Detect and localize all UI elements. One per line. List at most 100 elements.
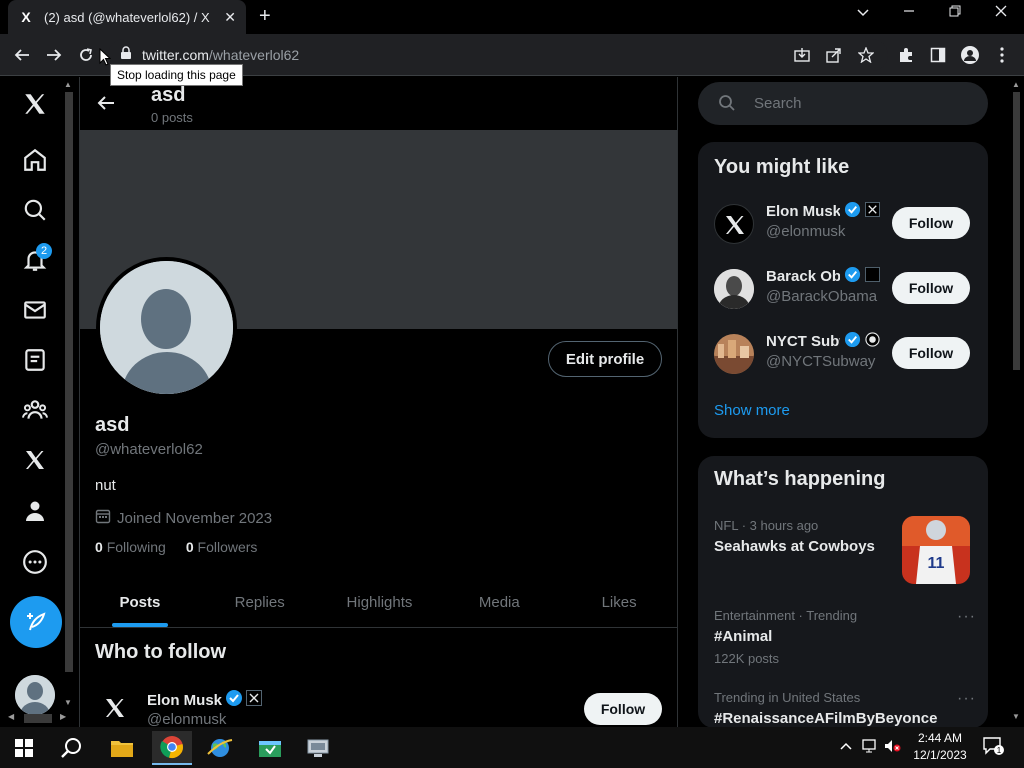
close-window-button[interactable] xyxy=(986,4,1016,21)
verified-badge-icon xyxy=(844,331,861,352)
right-scrollbar-thumb[interactable] xyxy=(1013,92,1020,370)
suggested-user-name: Elon Musk xyxy=(147,689,263,711)
svg-text:11: 11 xyxy=(928,555,945,572)
extensions-icon[interactable] xyxy=(894,43,918,67)
you-might-like-card: You might like Elon Musk @elonmusk Follo… xyxy=(698,142,988,438)
suggestion-item[interactable]: Elon Musk @elonmusk Follow xyxy=(714,199,974,249)
remote-desktop-icon[interactable] xyxy=(298,731,338,765)
whats-happening-title: What’s happening xyxy=(714,468,886,490)
lists-icon[interactable] xyxy=(20,345,50,375)
suggestion-item[interactable]: NYCT Subway @NYCTSubway Follow xyxy=(714,329,974,379)
obama-avatar xyxy=(714,269,754,309)
follow-button[interactable]: Follow xyxy=(892,207,970,239)
left-scrollbar[interactable]: ▲ ▼ xyxy=(63,78,75,726)
search-placeholder: Search xyxy=(754,95,802,112)
back-icon[interactable] xyxy=(10,43,34,67)
account-avatar[interactable] xyxy=(15,675,55,715)
tab-close-icon[interactable]: ✕ xyxy=(224,9,236,26)
more-options-icon[interactable]: ··· xyxy=(957,690,976,708)
explore-search-icon[interactable] xyxy=(20,195,50,225)
taskbar-search-icon[interactable] xyxy=(52,731,92,765)
x-logo-icon[interactable] xyxy=(20,89,50,119)
home-icon[interactable] xyxy=(20,145,50,175)
file-explorer-icon[interactable] xyxy=(102,731,142,765)
suggestion-item[interactable]: Barack Obama @BarackObama Follow xyxy=(714,264,974,314)
left-navigation: 2 xyxy=(0,77,70,727)
profile-person-icon[interactable] xyxy=(20,496,50,526)
mta-badge-icon xyxy=(865,332,880,351)
header-posts-count: 0 posts xyxy=(151,110,193,125)
suggestion-handle: @NYCTSubway xyxy=(766,353,876,370)
follow-button[interactable]: Follow xyxy=(892,272,970,304)
trend-title: #Animal xyxy=(714,628,773,645)
browser-tab[interactable]: X (2) asd (@whateverlol62) / X ✕ xyxy=(8,0,246,34)
verified-badge-icon xyxy=(225,689,243,711)
start-windows-icon[interactable] xyxy=(4,731,44,765)
left-scrollbar-thumb[interactable] xyxy=(65,92,73,672)
more-options-icon[interactable]: ··· xyxy=(957,608,976,626)
tab-media[interactable]: Media xyxy=(439,577,559,627)
tab-likes[interactable]: Likes xyxy=(559,577,677,627)
horizontal-scrollbar-thumb[interactable] xyxy=(24,714,52,723)
profile-avatar[interactable] xyxy=(96,257,237,398)
tab-highlights[interactable]: Highlights xyxy=(320,577,440,627)
search-box[interactable]: Search xyxy=(698,82,988,125)
lock-icon[interactable] xyxy=(120,46,132,65)
x-logo-icon: X xyxy=(21,9,31,25)
new-tab-button[interactable]: + xyxy=(259,5,271,28)
action-center-icon[interactable]: 1 xyxy=(982,736,1004,759)
communities-icon[interactable] xyxy=(20,395,50,425)
trend-item[interactable]: Entertainment · Trending #Animal 122K po… xyxy=(714,608,976,666)
globe-app-icon[interactable] xyxy=(200,731,240,765)
follow-button[interactable]: Follow xyxy=(892,337,970,369)
browser-tabstrip: X (2) asd (@whateverlol62) / X ✕ + xyxy=(0,0,1024,34)
edit-profile-button[interactable]: Edit profile xyxy=(548,341,662,377)
show-more-link[interactable]: Show more xyxy=(714,402,790,419)
share-icon[interactable] xyxy=(822,43,846,67)
who-to-follow-item[interactable]: Elon Musk @elonmusk Follow xyxy=(95,684,665,727)
follow-stats: 0 Following 0 Followers xyxy=(95,539,257,555)
tab-posts[interactable]: Posts xyxy=(80,577,200,627)
network-icon[interactable] xyxy=(862,739,880,756)
followers-link[interactable]: 0 Followers xyxy=(186,539,258,555)
more-circle-icon[interactable] xyxy=(20,547,50,577)
restore-button[interactable] xyxy=(940,4,970,21)
url-text[interactable]: twitter.com/whateverlol62 xyxy=(142,47,299,63)
tray-chevron-icon[interactable] xyxy=(840,739,852,754)
trend-post-count: 122K posts xyxy=(714,651,780,666)
trend-image[interactable]: 11 xyxy=(902,516,970,584)
reload-icon[interactable] xyxy=(74,43,98,67)
install-app-icon[interactable] xyxy=(790,43,814,67)
suggestion-name: NYCT Subway xyxy=(766,331,880,352)
chrome-taskbar-icon[interactable] xyxy=(152,731,192,765)
side-panel-icon[interactable] xyxy=(926,43,950,67)
bookmark-star-icon[interactable] xyxy=(854,43,878,67)
horizontal-scrollbar[interactable]: ◀ ▶ xyxy=(8,711,70,725)
app-window-icon[interactable] xyxy=(250,731,290,765)
tab-replies[interactable]: Replies xyxy=(200,577,320,627)
joined-text: Joined November 2023 xyxy=(117,509,273,527)
tab-search-icon[interactable] xyxy=(848,4,878,21)
trend-meta: Trending in United States xyxy=(714,690,861,705)
back-arrow-icon[interactable] xyxy=(96,93,116,118)
reload-tooltip: Stop loading this page xyxy=(110,64,243,86)
right-scrollbar[interactable]: ▲ ▼ xyxy=(1009,78,1024,726)
follow-button[interactable]: Follow xyxy=(584,693,662,725)
trend-item[interactable]: Trending in United States #RenaissanceAF… xyxy=(714,690,976,727)
forward-icon[interactable] xyxy=(42,43,66,67)
profile-main-column: asd 0 posts Edit profile asd @whateverlo… xyxy=(79,77,678,727)
following-link[interactable]: 0 Following xyxy=(95,539,166,555)
profile-joined-date: Joined November 2023 xyxy=(95,508,272,528)
volume-muted-icon[interactable] xyxy=(884,739,902,756)
messages-mail-icon[interactable] xyxy=(20,295,50,325)
compose-post-button[interactable] xyxy=(10,596,62,648)
taskbar-clock[interactable]: 2:44 AM 12/1/2023 xyxy=(905,730,975,764)
suggestion-name: Elon Musk xyxy=(766,201,880,222)
menu-dots-icon[interactable] xyxy=(990,43,1014,67)
nyct-subway-avatar xyxy=(714,334,754,374)
affiliate-x-badge-icon xyxy=(246,690,263,710)
premium-x-icon[interactable] xyxy=(20,445,50,475)
profile-icon[interactable] xyxy=(958,43,982,67)
windows-taskbar: 2:44 AM 12/1/2023 1 xyxy=(0,727,1024,768)
minimize-button[interactable] xyxy=(894,4,924,21)
